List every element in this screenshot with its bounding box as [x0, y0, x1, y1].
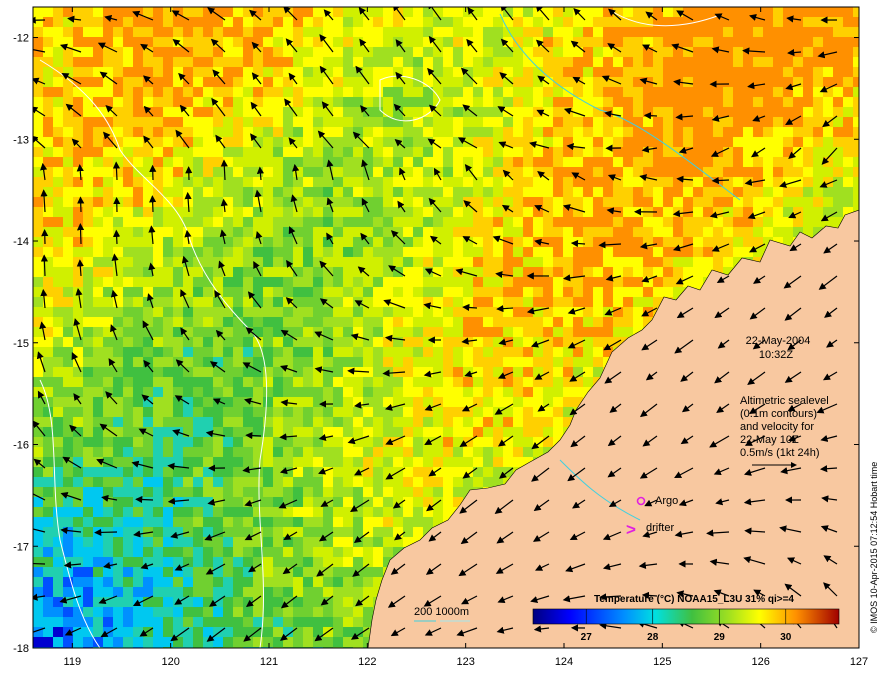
- colorbar-tick-label: 28: [647, 632, 659, 643]
- altimetry-note-line: (0.1m contours): [740, 408, 817, 420]
- colorbar-title: Temperature (°C) NOAA15_L3U 31% qi>=4: [594, 594, 794, 605]
- lon-tick-label: 122: [358, 656, 376, 668]
- map-date: 22-May-2004: [746, 335, 811, 347]
- depth-legend: 200 1000m: [414, 606, 469, 618]
- lon-tick-label: 120: [161, 656, 179, 668]
- lon-tick-label: 127: [850, 656, 868, 668]
- lat-tick-label: -12: [13, 33, 29, 45]
- lon-tick-label: 119: [64, 656, 82, 668]
- altimetry-note-line: 0.5m/s (1kt 24h): [740, 447, 819, 459]
- drifter-marker: >: [626, 520, 636, 539]
- lat-tick-label: -16: [13, 440, 29, 452]
- lat-tick-label: -14: [13, 236, 29, 248]
- lon-tick-label: 124: [555, 656, 573, 668]
- map-time: 10:32Z: [759, 349, 794, 361]
- lat-tick-label: -17: [13, 541, 29, 553]
- altimetry-note-line: and velocity for: [740, 421, 814, 433]
- colorbar-tick-label: 30: [780, 632, 792, 643]
- drifter-label: drifter: [646, 522, 674, 534]
- credit-text: © IMOS 10-Apr-2015 07:12:54 Hobart time: [869, 462, 879, 633]
- lon-tick-label: 126: [751, 656, 769, 668]
- sst-map-figure: 119 120 121 122 123 124 125 126 127 -12 -13 -14 -15…: [13, 6, 879, 668]
- colorbar: [532, 608, 840, 625]
- lon-tick-label: 125: [653, 656, 671, 668]
- lat-tick-label: -13: [13, 134, 29, 146]
- argo-label: Argo: [655, 495, 678, 507]
- colorbar-tick-label: 29: [714, 632, 726, 643]
- altimetry-note-line: 22-May 10Z: [740, 434, 799, 446]
- colorbar-tick-label: 27: [581, 632, 593, 643]
- lat-tick-label: -18: [13, 643, 29, 655]
- lon-tick-label: 121: [260, 656, 278, 668]
- lat-tick-label: -15: [13, 338, 29, 350]
- altimetry-note-line: Altimetric sealevel: [740, 395, 829, 407]
- lon-tick-label: 123: [456, 656, 474, 668]
